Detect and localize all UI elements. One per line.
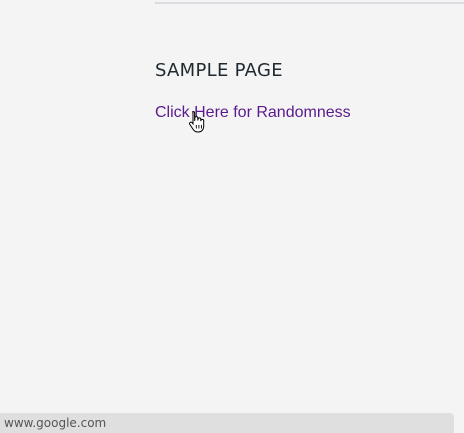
hand-cursor-icon <box>189 110 205 133</box>
randomness-link[interactable]: Click Here for Randomness <box>155 104 351 122</box>
header-divider <box>155 2 464 4</box>
page-title: SAMPLE PAGE <box>155 60 283 81</box>
status-bar-url: www.google.com <box>0 413 454 433</box>
